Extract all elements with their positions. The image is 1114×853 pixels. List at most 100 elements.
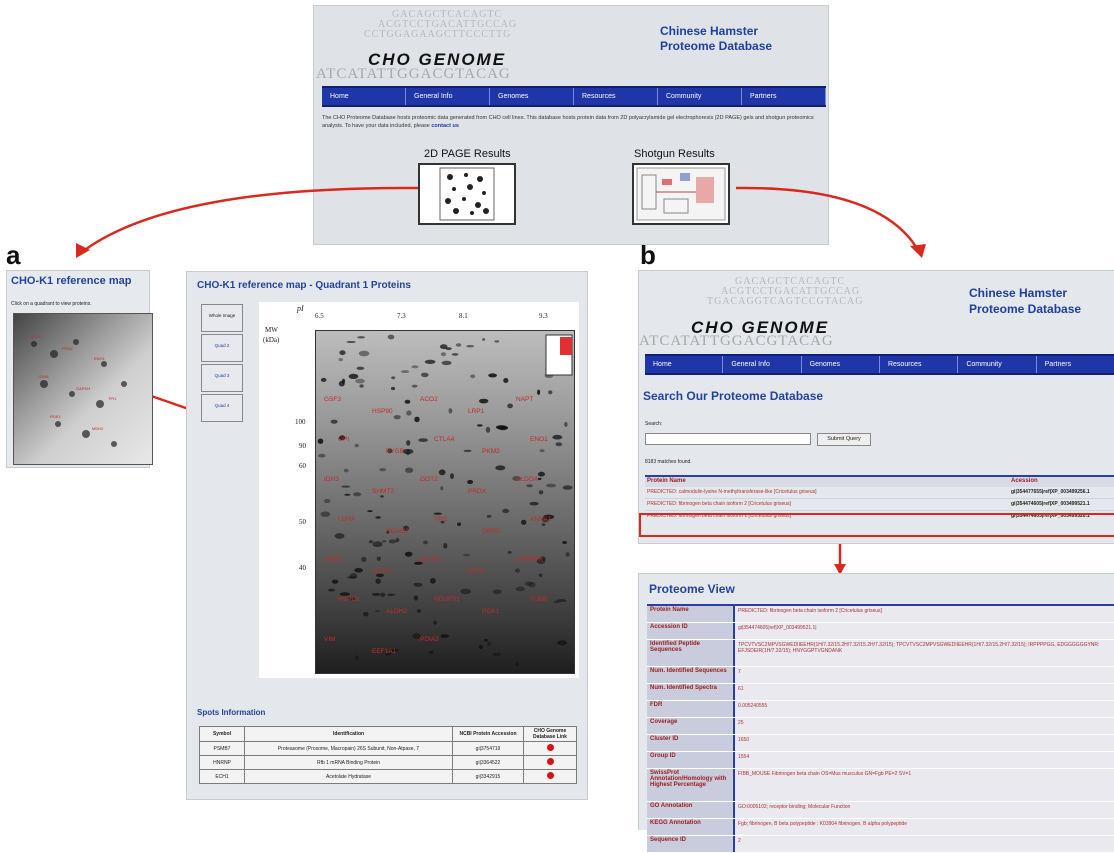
spot-label[interactable]: TUBB (530, 596, 547, 603)
spot-label[interactable]: ACAT1 (372, 568, 393, 575)
mw-tick: 40 (299, 564, 306, 572)
spot-label[interactable]: PDIA3 (420, 636, 439, 643)
spot-label[interactable]: ACO2 (420, 396, 438, 403)
pv-key: KEGG Annotation (647, 819, 735, 835)
table-row: HNRNP Rfb 1 mRNA Binding Protein gi|3364… (199, 755, 577, 770)
gel-spot (390, 386, 396, 391)
svg-text:ACO2: ACO2 (30, 334, 42, 339)
spot-label[interactable]: GSF3 (324, 396, 341, 403)
spot-label[interactable]: SHMT2 (372, 488, 394, 495)
genome-link-icon[interactable] (546, 744, 554, 751)
spot-label[interactable]: MDH2 (324, 556, 343, 563)
spot-label[interactable]: ENO1 (530, 436, 548, 443)
gel-spot (341, 378, 346, 384)
spot-symbol: PSMB7 (199, 741, 245, 756)
spot-label[interactable]: LRP1 (468, 408, 485, 415)
spot-label[interactable]: PGK1 (482, 608, 500, 615)
svg-text:PKM2: PKM2 (62, 346, 74, 351)
spot-symbol: HNRNP (199, 755, 245, 770)
gel-spot (343, 468, 349, 473)
proteome-view-table: Protein Name PREDICTED: fibrinogen beta c… (647, 604, 1114, 853)
spot-label[interactable]: ALDH2 (386, 608, 407, 615)
spot-label[interactable]: PRDX (468, 488, 487, 495)
result-protein[interactable]: PREDICTED: fibrinogen beta chain isoform… (647, 501, 791, 507)
pi-tick: 8.1 (459, 312, 468, 320)
nav-resources[interactable]: Resources (880, 356, 959, 373)
gel-spot (537, 389, 541, 395)
quad-2-button[interactable]: Quad 2 (201, 334, 243, 362)
gel-spot (423, 540, 428, 545)
gel-spot (482, 338, 486, 341)
gel-spot (406, 410, 412, 416)
spot-label[interactable]: GOT2 (420, 476, 438, 483)
gel-spot (317, 438, 324, 444)
spot-symbol: ECH1 (199, 769, 245, 784)
svg-text:GAPDH: GAPDH (76, 386, 90, 391)
spot-label[interactable]: NDUFS1 (434, 596, 460, 603)
results-col-accession: Acession (1011, 478, 1038, 484)
spot-label[interactable]: HNRNPK (516, 556, 544, 563)
whole-image-button[interactable]: Whole Image (201, 304, 243, 332)
reference-map-gel[interactable]: ACO2 PKM2 ENO1 LDHA GAPDH TPI1 PGK1 MDH2 (13, 313, 153, 465)
spot-label[interactable]: PYGB (386, 448, 404, 455)
spot-label[interactable]: TPI1 (434, 516, 448, 523)
spot-label[interactable]: IDH3 (324, 476, 339, 483)
gel-spot (514, 662, 519, 666)
gel-image[interactable]: GSF3 HSP90 ACO2 LRP1 NAPT GPI PYGB CTLA4 PKM2 ENO… (315, 330, 575, 674)
gel-spot (391, 376, 396, 380)
db-title-line: Chinese Hamster (969, 286, 1068, 300)
gel-spot (375, 578, 381, 584)
spot-label[interactable]: EEF1A1 (372, 648, 397, 655)
gel-spot (521, 519, 527, 525)
genome-link-icon[interactable] (546, 772, 554, 779)
nav-genomes[interactable]: Genomes (802, 356, 880, 373)
nav-home[interactable]: Home (645, 356, 724, 373)
spot-label[interactable]: ANXA1 (530, 516, 552, 523)
pv-key: Sequence ID (647, 836, 735, 852)
pv-value: 25 (735, 718, 1114, 734)
result-protein[interactable]: PREDICTED: calmodulin-lysine N-methyltra… (647, 489, 817, 495)
spot-label[interactable]: HSPD1 (338, 596, 360, 603)
spot-label[interactable]: LDHA (338, 516, 356, 523)
quadrant-title: CHO-K1 reference map - Quadrant 1 Protei… (197, 280, 411, 291)
table-row: Cluster ID 1650 (647, 735, 1114, 752)
gel-spot (402, 448, 414, 455)
table-row: Accession ID gi|354474605|ref|XP_00349952… (647, 623, 1114, 640)
nav-community[interactable]: Community (958, 356, 1037, 373)
spot-label[interactable]: ETFA (468, 568, 485, 575)
gel-spot (361, 556, 367, 562)
spot-label[interactable]: HSP90 (372, 408, 393, 415)
submit-query-button[interactable]: Submit Query (817, 433, 871, 446)
nav-general-info[interactable]: General Info (723, 356, 802, 373)
gel-spot (421, 372, 429, 378)
nav-partners[interactable]: Partners (1037, 356, 1114, 373)
gel-spot (388, 539, 397, 544)
gel-spot (494, 340, 500, 343)
spot-label[interactable]: ECHS1 (420, 556, 442, 563)
spot-label[interactable]: GPI (338, 436, 349, 443)
spot-label[interactable]: NAPT (516, 396, 533, 403)
quad-3-button[interactable]: Quad 3 (201, 364, 243, 392)
gel-spot (357, 336, 366, 339)
table-row: KEGG Annotation Fgb; fibrinogen, B beta p… (647, 819, 1114, 836)
spot-label[interactable]: PGAM1 (386, 528, 409, 535)
table-row: Num. Identified Spectra 61 (647, 684, 1114, 701)
genome-link-icon[interactable] (546, 758, 554, 765)
search-input[interactable] (645, 433, 811, 445)
gel-spot (430, 577, 436, 584)
table-row: Sequence ID 2 (647, 836, 1114, 853)
spot-label[interactable]: PKM2 (482, 448, 500, 455)
gel-spot (376, 556, 381, 561)
spot-label[interactable]: VIM (324, 636, 336, 643)
proteome-view-panel: Proteome View Protein Name PREDICTED: fib… (638, 573, 1114, 853)
pv-value: TPCVTVSC2MPVSGWEDIIEEHR(1H/7.32/15.2H/7.… (735, 640, 1114, 666)
quad-4-button[interactable]: Quad 4 (201, 394, 243, 422)
spot-label[interactable]: G6PD (482, 528, 500, 535)
reference-map-hint: Click on a quadrant to view proteins. (11, 301, 92, 307)
spot-label[interactable]: ALDOA (516, 476, 539, 483)
search-nav-bar: Home General Info Genomes Resources Comm… (645, 354, 1114, 375)
gel-spot (354, 655, 359, 661)
table-row[interactable]: PREDICTED: calmodulin-lysine N-methyltra… (645, 487, 1114, 499)
table-row[interactable]: PREDICTED: fibrinogen beta chain isoform… (645, 499, 1114, 511)
spot-label[interactable]: CTLA4 (434, 436, 455, 443)
